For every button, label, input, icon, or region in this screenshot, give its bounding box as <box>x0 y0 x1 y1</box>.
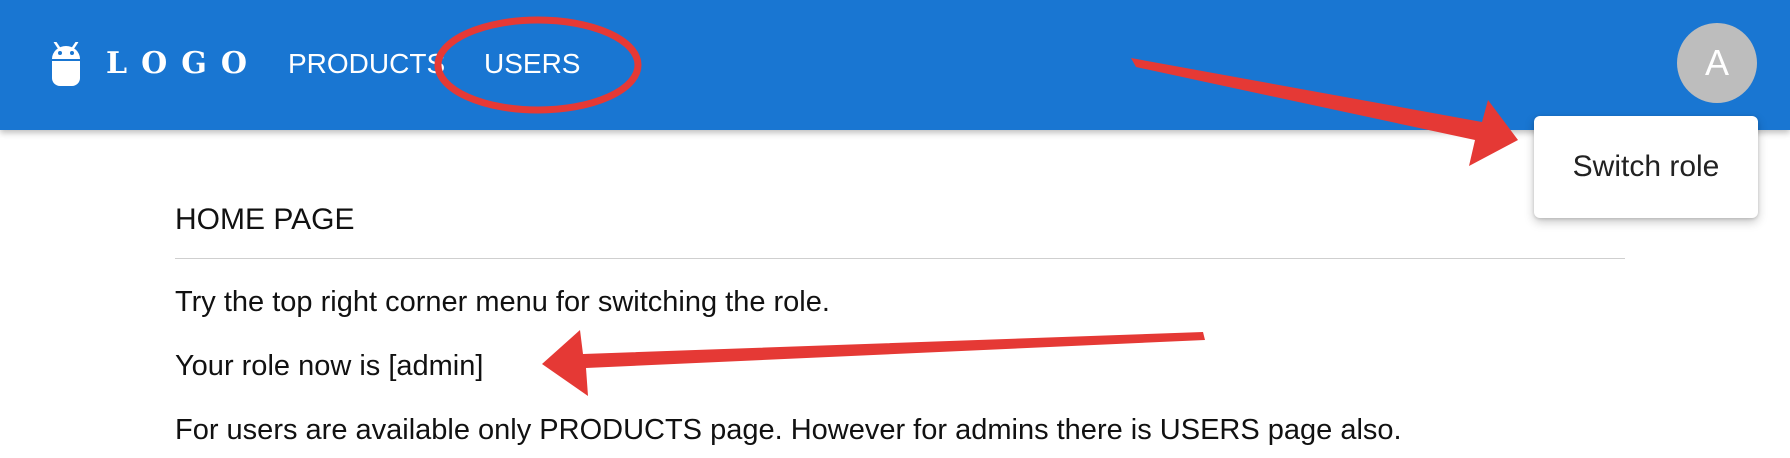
user-avatar-button[interactable]: A <box>1677 23 1757 103</box>
nav-users[interactable]: USERS <box>484 44 580 84</box>
page-title: HOME PAGE <box>175 203 355 236</box>
instruction-text: Try the top right corner menu for switch… <box>175 286 830 318</box>
app-window: LOGO PRODUCTS USERS A Switch role HOME P… <box>0 0 1790 458</box>
logo-text[interactable]: LOGO <box>106 44 261 84</box>
role-menu: Switch role <box>1534 116 1758 218</box>
arrow-to-role <box>542 330 1205 396</box>
android-icon <box>52 42 80 86</box>
access-info-text: For users are available only PRODUCTS pa… <box>175 414 1402 446</box>
divider <box>175 258 1625 259</box>
switch-role-menu-item[interactable]: Switch role <box>1534 116 1758 218</box>
role-status-text: Your role now is [admin] <box>175 350 484 382</box>
app-bar: LOGO PRODUCTS USERS A <box>0 0 1790 130</box>
nav-products[interactable]: PRODUCTS <box>288 44 445 84</box>
